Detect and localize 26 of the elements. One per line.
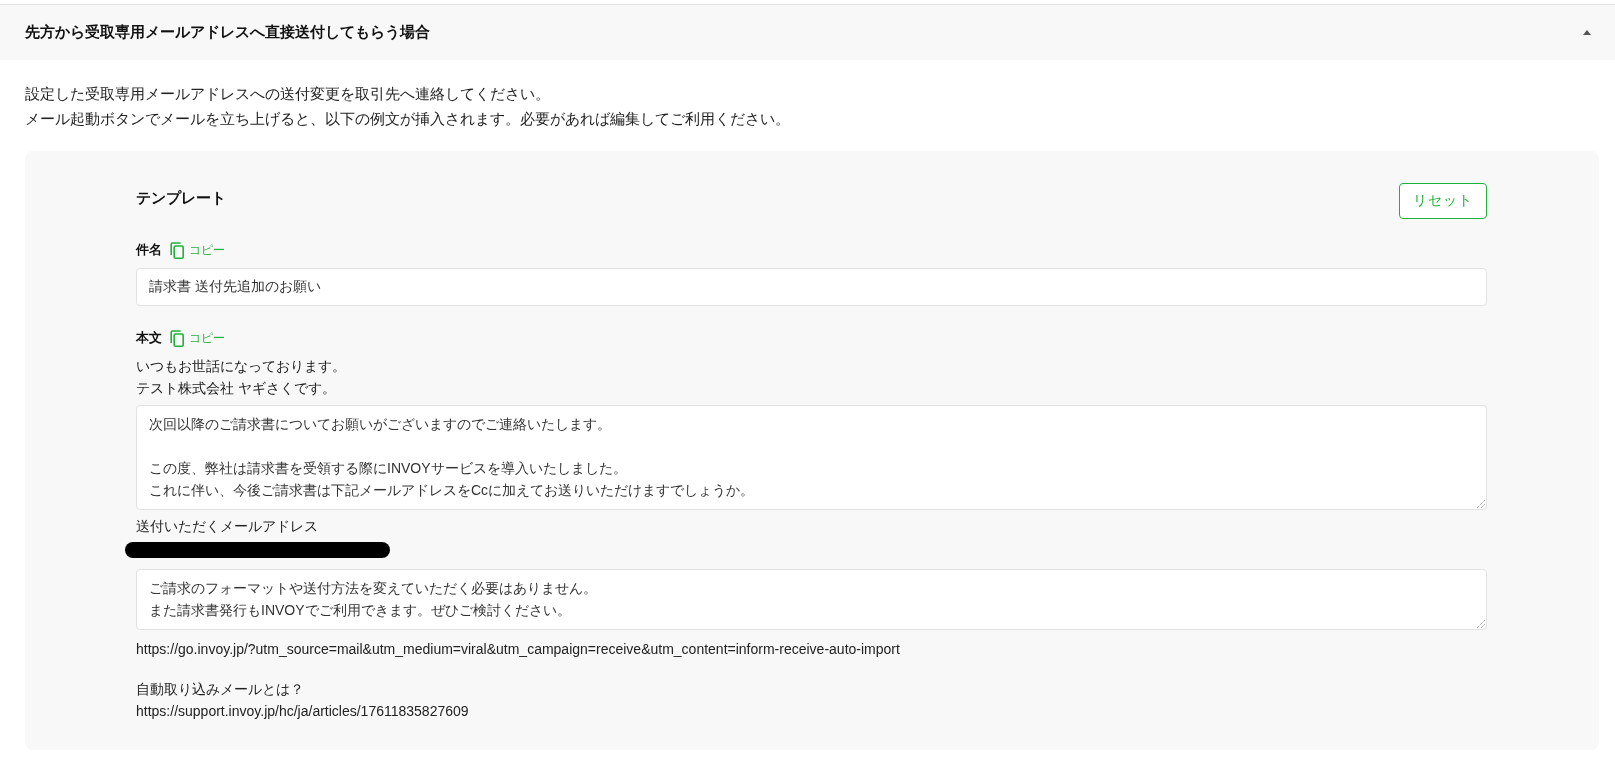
resize-grip-icon[interactable] xyxy=(1477,500,1485,508)
section-header[interactable]: 先方から受取専用メールアドレスへ直接送付してもらう場合 xyxy=(0,4,1615,60)
field-label: 本文 xyxy=(136,329,162,347)
copy-icon xyxy=(170,241,184,259)
textarea-line: 次回以降のご請求書についてお願いがございますのでご連絡いたします。 xyxy=(149,415,611,434)
message-textarea[interactable]: 次回以降のご請求書についてお願いがございますのでご連絡いたします。 この度、弊社は請求書を受領する際にINVOYサービスを導入いたしました。 これに伴い、今後ご請求書は下記メールアドレスをCcに加えてお送りいただけますでしょうか。 xyxy=(136,405,1487,510)
intro-text: メール起動ボタンでメールを立ち上げると、以下の例文が挿入されます。必要があれば編集してご利用ください。 xyxy=(25,109,791,129)
body-text: テスト株式会社 ヤギさくです。 xyxy=(136,379,337,398)
caret-icon[interactable] xyxy=(1583,30,1591,35)
url-text: https://support.invoy.jp/hc/ja/articles/17611835827609 xyxy=(136,702,470,721)
section-title: 先方から受取専用メールアドレスへ直接送付してもらう場合 xyxy=(25,23,430,42)
resize-grip-icon[interactable] xyxy=(1477,620,1485,628)
url-text: https://go.invoy.jp/?utm_source=mail&utm_medium=viral&utm_campaign=receive&utm_content=inform-receive-auto-import xyxy=(136,640,901,659)
textarea-line: これに伴い、今後ご請求書は下記メールアドレスをCcに加えてお送りいただけますでしょうか。 xyxy=(149,481,755,500)
intro-text: 設定した受取専用メールアドレスへの送付変更を取引先へ連絡してください。 xyxy=(25,84,551,104)
subject-input[interactable]: 請求書 送付先追加のお願い xyxy=(136,268,1487,306)
textarea-line: ご請求のフォーマットや送付方法を変えていただく必要はありません。 xyxy=(149,579,597,598)
body-text: いつもお世話になっております。 xyxy=(136,357,347,376)
copy-icon xyxy=(170,329,184,347)
textarea-line: また請求書発行もINVOYでご利用できます。ぜひご検討ください。 xyxy=(149,601,571,620)
textarea-line: この度、弊社は請求書を受領する際にINVOYサービスを導入いたしました。 xyxy=(149,459,627,478)
body-text: 自動取り込みメールとは？ xyxy=(136,680,305,699)
field-label: 件名 xyxy=(136,241,162,259)
template-heading: テンプレート xyxy=(136,188,226,208)
message-textarea[interactable]: ご請求のフォーマットや送付方法を変えていただく必要はありません。 また請求書発行もINVOYでご利用できます。ぜひご検討ください。 xyxy=(136,569,1487,630)
body-text: 送付いただくメールアドレス xyxy=(136,517,319,536)
